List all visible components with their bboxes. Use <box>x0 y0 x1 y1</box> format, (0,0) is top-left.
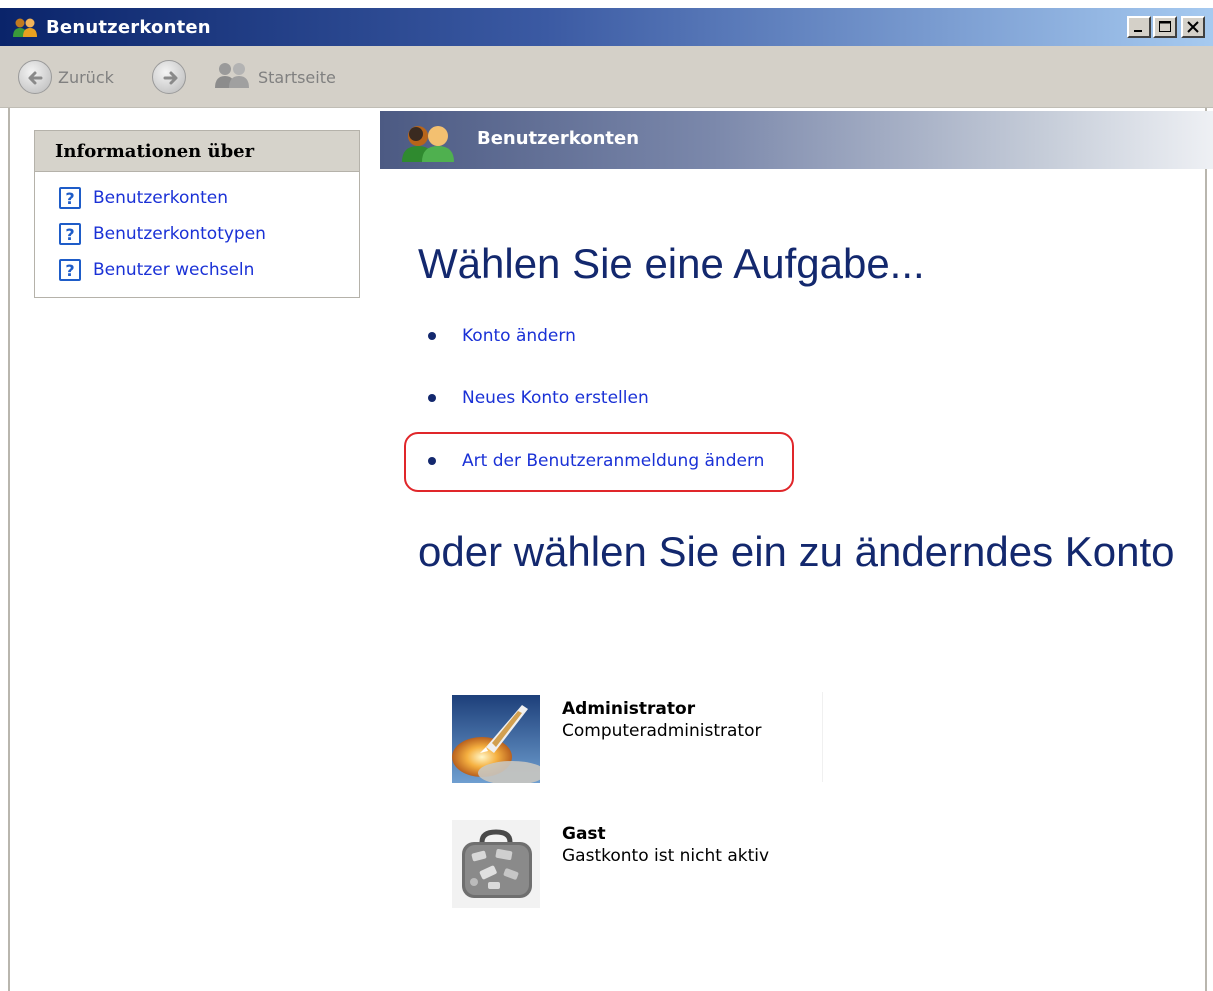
bullet-icon <box>428 394 436 402</box>
back-button[interactable]: Zurück <box>18 60 114 94</box>
users-icon <box>12 17 38 39</box>
account-name: Gast <box>562 824 606 844</box>
minimize-button[interactable] <box>1127 16 1151 38</box>
account-divider <box>822 692 823 782</box>
account-description: Computeradministrator <box>562 721 762 741</box>
info-link-benutzer-wechseln[interactable]: ? Benutzer wechseln <box>59 259 254 281</box>
window-title: Benutzerkonten <box>46 17 211 38</box>
close-button[interactable] <box>1181 16 1205 38</box>
close-icon <box>1187 21 1199 33</box>
window-left-border <box>8 108 10 991</box>
account-info: Administrator Computeradministrator <box>562 699 761 783</box>
users-icon <box>398 122 458 166</box>
space-shuttle-icon <box>452 695 546 785</box>
task-neues-konto[interactable]: Neues Konto erstellen <box>428 388 649 408</box>
task-label: Neues Konto erstellen <box>462 388 649 408</box>
maximize-icon <box>1159 21 1171 32</box>
forward-arrow-icon <box>152 60 186 94</box>
account-gast[interactable]: Gast Gastkonto ist nicht aktiv <box>452 820 769 908</box>
highlight-outline <box>404 432 794 492</box>
info-link-label: Benutzer wechseln <box>93 260 255 280</box>
info-link-benutzerkontotypen[interactable]: ? Benutzerkontotypen <box>59 223 266 245</box>
forward-button[interactable] <box>152 60 186 94</box>
users-home-icon <box>212 60 252 94</box>
task-label: Konto ändern <box>462 326 576 346</box>
help-icon: ? <box>59 259 81 281</box>
info-panel-header: Informationen über <box>35 131 359 172</box>
minimize-icon <box>1134 30 1142 32</box>
info-link-label: Benutzerkontotypen <box>93 224 266 244</box>
window-controls <box>1127 16 1205 38</box>
help-icon: ? <box>59 187 81 209</box>
back-arrow-icon <box>18 60 52 94</box>
help-icon: ? <box>59 223 81 245</box>
back-label: Zurück <box>58 67 114 87</box>
home-label: Startseite <box>258 67 336 87</box>
suitcase-icon <box>452 820 540 908</box>
maximize-button[interactable] <box>1153 16 1177 38</box>
info-link-label: Benutzerkonten <box>93 188 229 208</box>
title-bar: Benutzerkonten <box>0 8 1213 46</box>
task-konto-aendern[interactable]: Konto ändern <box>428 326 576 346</box>
navigation-toolbar: Zurück Startseite <box>0 46 1213 108</box>
bullet-icon <box>428 332 436 340</box>
page-banner: Benutzerkonten <box>380 111 1213 169</box>
info-panel: Informationen über ? Benutzerkonten ? Be… <box>34 130 360 298</box>
account-description: Gastkonto ist nicht aktiv <box>562 846 770 866</box>
window-right-border <box>1205 108 1207 991</box>
account-info: Gast Gastkonto ist nicht aktiv <box>562 824 769 908</box>
info-link-benutzerkonten[interactable]: ? Benutzerkonten <box>59 187 228 209</box>
account-heading: oder wählen Sie ein zu änderndes Konto <box>418 528 1175 575</box>
banner-title: Benutzerkonten <box>477 128 640 149</box>
account-administrator[interactable]: Administrator Computeradministrator <box>452 695 761 785</box>
home-button[interactable]: Startseite <box>212 60 336 94</box>
account-name: Administrator <box>562 699 696 719</box>
task-heading: Wählen Sie eine Aufgabe... <box>418 240 925 287</box>
